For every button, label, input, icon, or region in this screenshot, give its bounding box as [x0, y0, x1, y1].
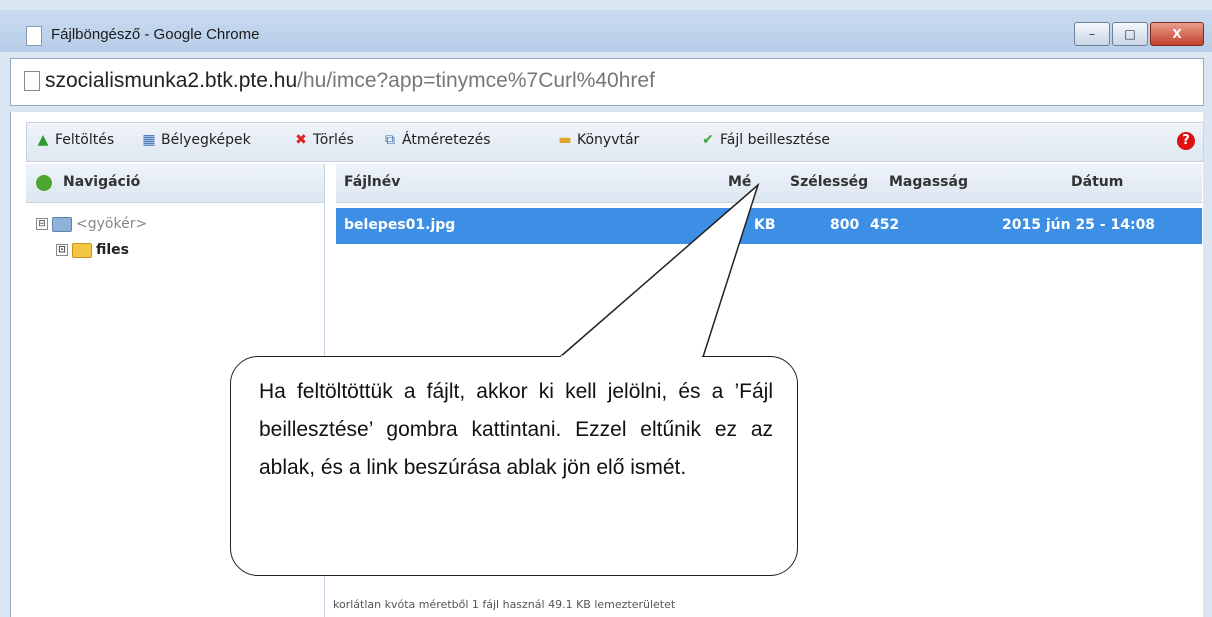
callout-tail	[557, 182, 760, 358]
callout-text: Ha feltöltöttük a fájlt, akkor ki kell j…	[259, 380, 773, 479]
browser-window: Fájlböngésző - Google Chrome – □ X szoci…	[0, 0, 1212, 617]
callout-box: Ha feltöltöttük a fájlt, akkor ki kell j…	[230, 356, 798, 576]
